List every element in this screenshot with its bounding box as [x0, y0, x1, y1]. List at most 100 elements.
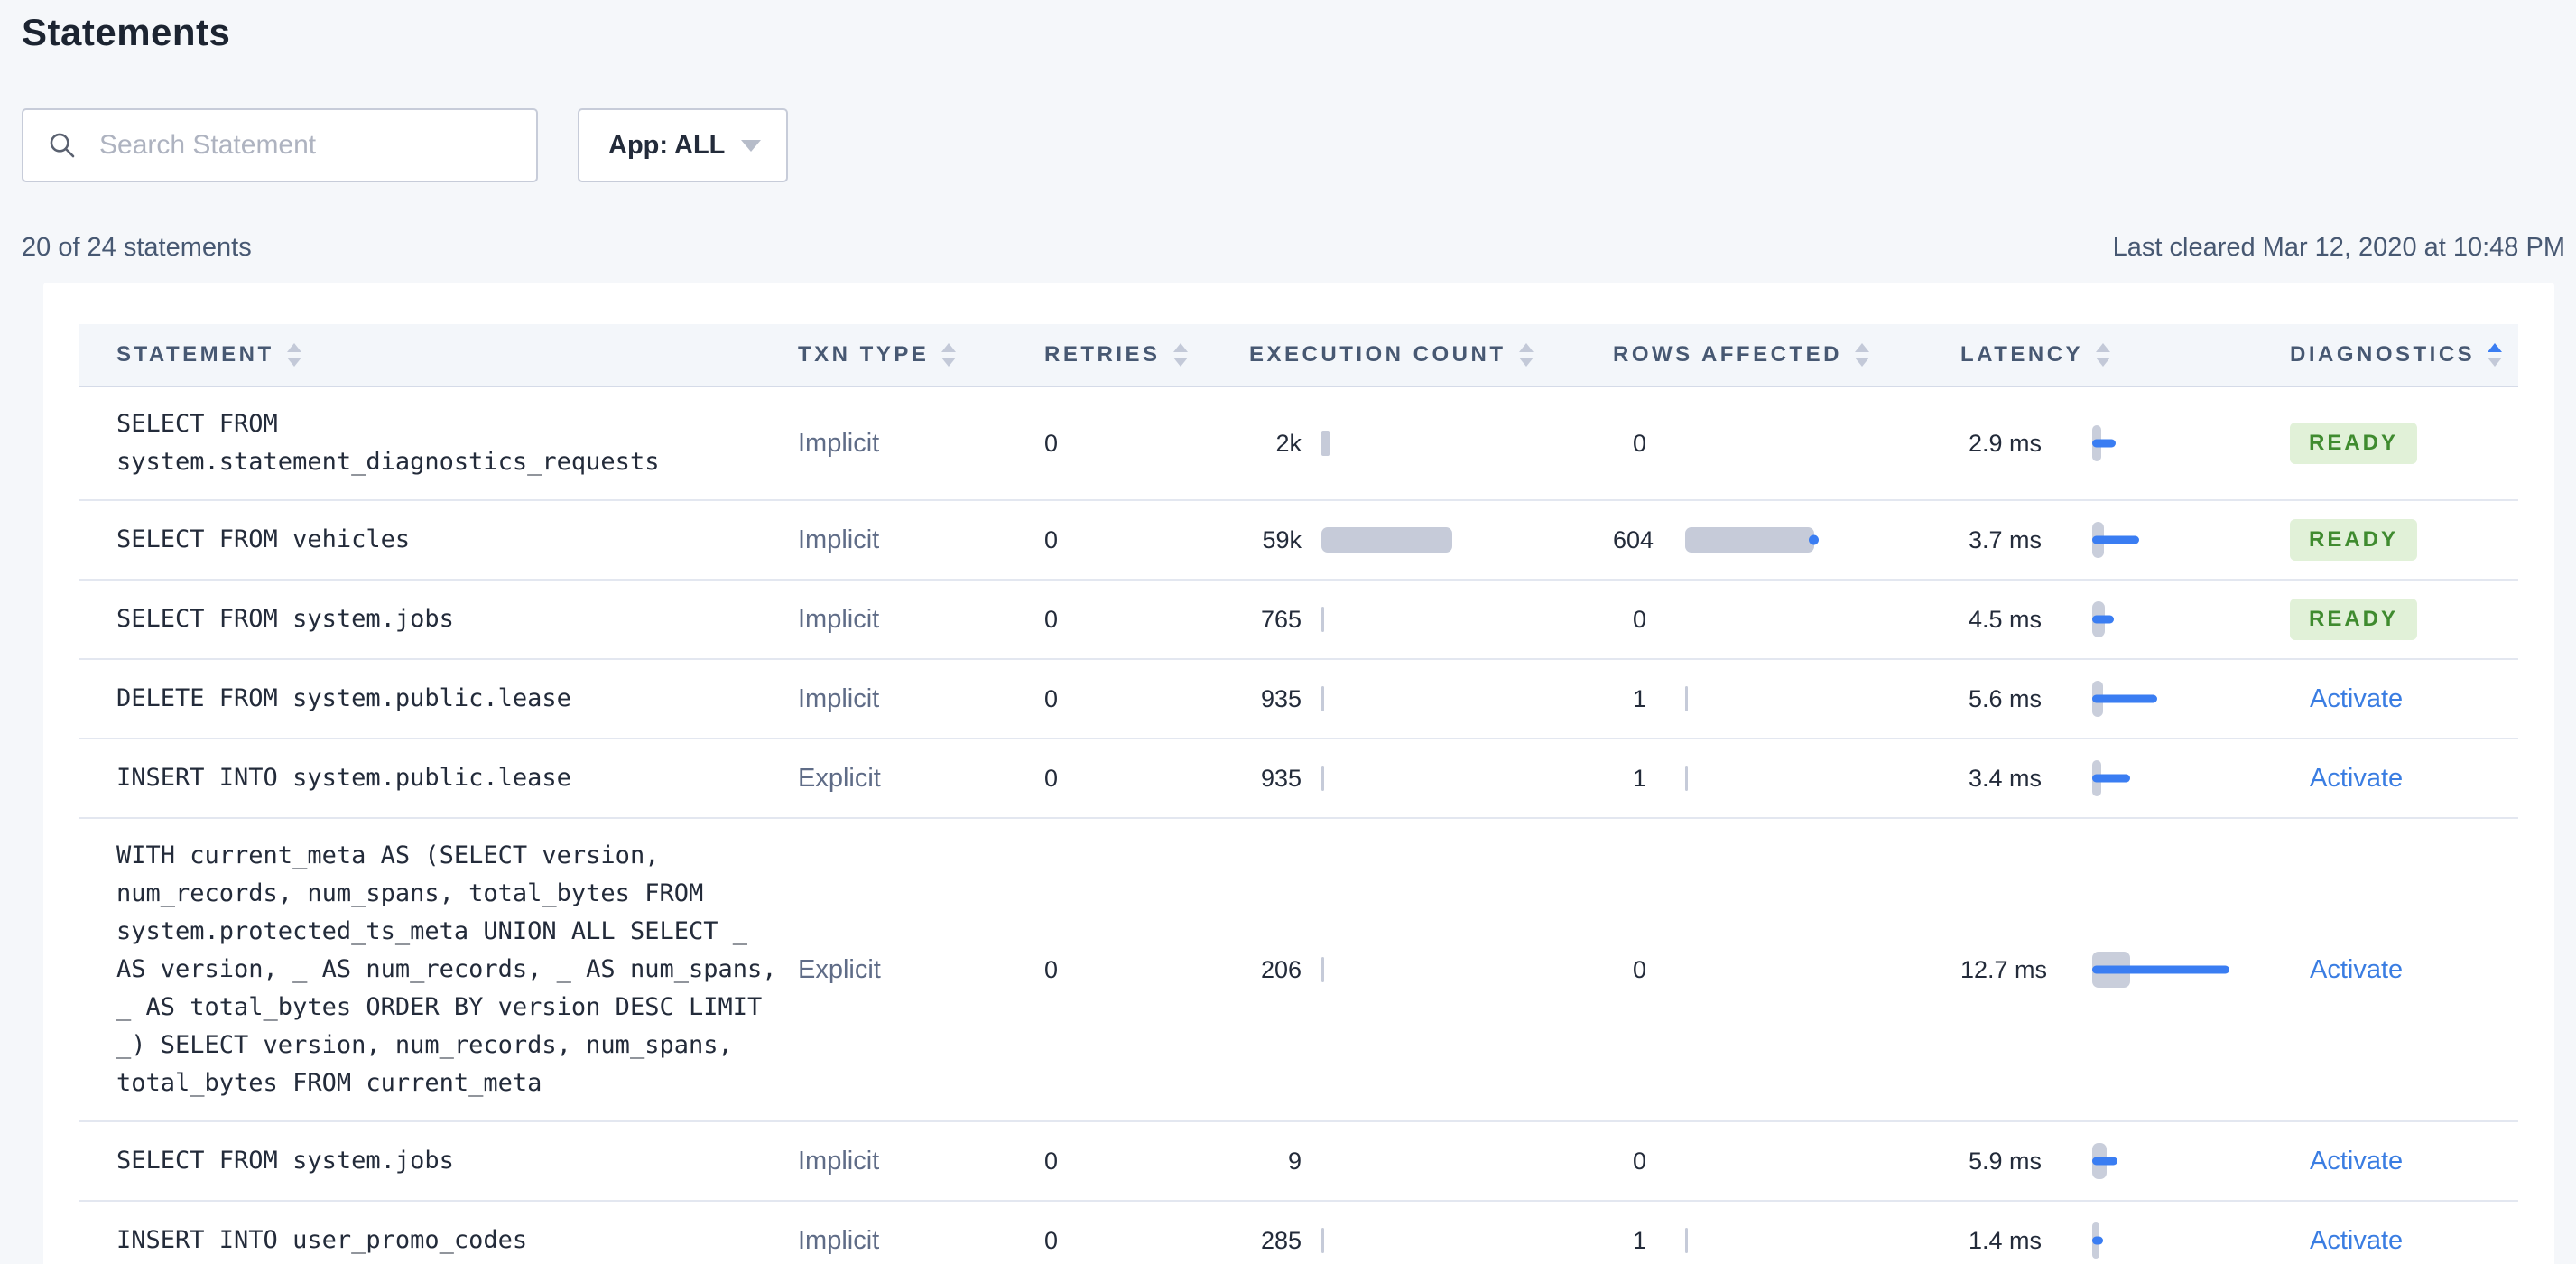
- statement-text[interactable]: SELECT FROM system.jobs: [116, 1142, 454, 1180]
- statement-text[interactable]: SELECT FROM vehicles: [116, 521, 410, 559]
- rows-affected-bar: [1685, 606, 1839, 633]
- execution-count-value: 935: [1260, 764, 1302, 792]
- latency-value: 2.9 ms: [1968, 429, 2042, 457]
- statements-table-card: STATEMENT TXN TYPE RETRIES EXECUTION COUNT R…: [43, 283, 2554, 1264]
- latency-value: 4.5 ms: [1968, 605, 2042, 633]
- rows-affected-value: 1: [1632, 1226, 1646, 1254]
- column-header-retries[interactable]: RETRIES: [1044, 342, 1249, 367]
- column-label: TXN TYPE: [798, 342, 930, 367]
- activate-diagnostics-link[interactable]: Activate: [2310, 1147, 2403, 1176]
- search-icon: [50, 133, 75, 158]
- table-row: INSERT INTO system.public.lease Explicit…: [79, 739, 2518, 819]
- txn-type-value: Implicit: [798, 604, 880, 634]
- column-header-txn-type[interactable]: TXN TYPE: [798, 342, 1033, 367]
- activate-diagnostics-link[interactable]: Activate: [2310, 764, 2403, 794]
- diagnostics-cell: Activate: [2290, 764, 2518, 794]
- execution-count-bar: [1321, 606, 1475, 633]
- latency-bar-chart: [2092, 1220, 2290, 1261]
- rows-affected-bar: [1685, 685, 1839, 712]
- table-body: SELECT FROM system.statement_diagnostics…: [79, 387, 2518, 1264]
- statement-text[interactable]: SELECT FROM system.statement_diagnostics…: [116, 405, 789, 481]
- statement-text[interactable]: INSERT INTO system.public.lease: [116, 759, 571, 797]
- column-header-execution-count[interactable]: EXECUTION COUNT: [1249, 342, 1534, 367]
- search-input[interactable]: [99, 130, 518, 161]
- retries-value: 0: [1044, 1147, 1059, 1175]
- column-header-rows-affected[interactable]: ROWS AFFECTED: [1613, 342, 1869, 367]
- rows-affected-dot-marker: [1809, 534, 1819, 545]
- txn-type-value: Explicit: [798, 954, 881, 984]
- latency-bar-chart: [2092, 949, 2290, 990]
- diagnostics-cell: READY: [2290, 423, 2518, 464]
- execution-count-value: 2k: [1275, 429, 1302, 457]
- table-row: SELECT FROM system.statement_diagnostics…: [79, 387, 2518, 501]
- rows-affected-value: 0: [1632, 955, 1646, 983]
- diagnostics-cell: Activate: [2290, 1147, 2518, 1176]
- latency-mean-bar: [2092, 439, 2116, 448]
- column-label: RETRIES: [1044, 342, 1161, 367]
- diagnostics-ready-badge: READY: [2290, 519, 2418, 561]
- diagnostics-cell: Activate: [2290, 955, 2518, 985]
- txn-type-value: Implicit: [798, 683, 880, 713]
- execution-count-bar: [1321, 526, 1475, 553]
- retries-value: 0: [1044, 764, 1059, 792]
- latency-mean-bar: [2092, 615, 2114, 624]
- diagnostics-cell: READY: [2290, 519, 2518, 561]
- rows-affected-value: 1: [1632, 764, 1646, 792]
- latency-value: 5.9 ms: [1968, 1147, 2042, 1175]
- statement-text[interactable]: WITH current_meta AS (SELECT version, nu…: [116, 837, 789, 1102]
- statement-text[interactable]: INSERT INTO user_promo_codes: [116, 1222, 527, 1259]
- column-header-latency[interactable]: LATENCY: [1960, 342, 2111, 367]
- execution-count-bar: [1321, 956, 1475, 983]
- execution-count-bar: [1321, 1227, 1475, 1254]
- activate-diagnostics-link[interactable]: Activate: [2310, 1226, 2403, 1256]
- diagnostics-cell: READY: [2290, 599, 2518, 640]
- search-box[interactable]: [22, 108, 538, 182]
- rows-affected-bar: [1685, 1148, 1839, 1175]
- latency-mean-bar: [2092, 1157, 2117, 1166]
- latency-value: 5.6 ms: [1968, 684, 2042, 712]
- retries-value: 0: [1044, 605, 1059, 633]
- retries-value: 0: [1044, 525, 1059, 553]
- execution-count-value: 9: [1287, 1147, 1302, 1175]
- activate-diagnostics-link[interactable]: Activate: [2310, 955, 2403, 985]
- controls-row: App: ALL: [22, 108, 2565, 182]
- statements-page: Statements App: ALL 20 of 24 statements …: [0, 0, 2576, 1264]
- statements-count: 20 of 24 statements: [22, 233, 252, 262]
- latency-value: 1.4 ms: [1968, 1226, 2042, 1254]
- rows-affected-value: 604: [1613, 525, 1654, 553]
- rows-affected-value: 1: [1632, 684, 1646, 712]
- rows-affected-bar: [1685, 765, 1839, 792]
- execution-count-value: 206: [1260, 955, 1302, 983]
- execution-count-value: 59k: [1262, 525, 1302, 553]
- execution-count-bar: [1321, 765, 1475, 792]
- latency-bar-chart: [2092, 678, 2290, 720]
- statement-text[interactable]: DELETE FROM system.public.lease: [116, 680, 571, 718]
- execution-count-value: 935: [1260, 684, 1302, 712]
- app-filter-dropdown[interactable]: App: ALL: [578, 108, 789, 182]
- retries-value: 0: [1044, 1226, 1059, 1254]
- rows-affected-bar: [1685, 956, 1839, 983]
- diagnostics-ready-badge: READY: [2290, 423, 2418, 464]
- txn-type-value: Implicit: [798, 1146, 880, 1176]
- rows-affected-bar: [1685, 1227, 1839, 1254]
- column-label: EXECUTION COUNT: [1249, 342, 1506, 367]
- table-row: SELECT FROM system.jobs Implicit 0 9 0 5…: [79, 1122, 2518, 1202]
- latency-mean-bar: [2092, 1236, 2103, 1245]
- retries-value: 0: [1044, 684, 1059, 712]
- column-label: STATEMENT: [116, 342, 274, 367]
- latency-mean-bar: [2092, 694, 2157, 703]
- latency-bar-chart: [2092, 423, 2290, 464]
- last-cleared-timestamp: Last cleared Mar 12, 2020 at 10:48 PM: [2112, 233, 2565, 262]
- sort-arrows-icon: [2488, 343, 2503, 367]
- column-header-statement[interactable]: STATEMENT: [116, 342, 789, 367]
- column-label: LATENCY: [1960, 342, 2084, 367]
- activate-diagnostics-link[interactable]: Activate: [2310, 684, 2403, 714]
- statement-text[interactable]: SELECT FROM system.jobs: [116, 600, 454, 638]
- sort-arrows-icon: [1172, 343, 1188, 367]
- table-row: INSERT INTO user_promo_codes Implicit 0 …: [79, 1202, 2518, 1264]
- column-header-diagnostics[interactable]: DIAGNOSTICS: [2290, 342, 2518, 367]
- diagnostics-ready-badge: READY: [2290, 599, 2418, 640]
- column-label: DIAGNOSTICS: [2290, 342, 2476, 367]
- sort-arrows-icon: [941, 343, 957, 367]
- chevron-down-icon: [741, 139, 762, 152]
